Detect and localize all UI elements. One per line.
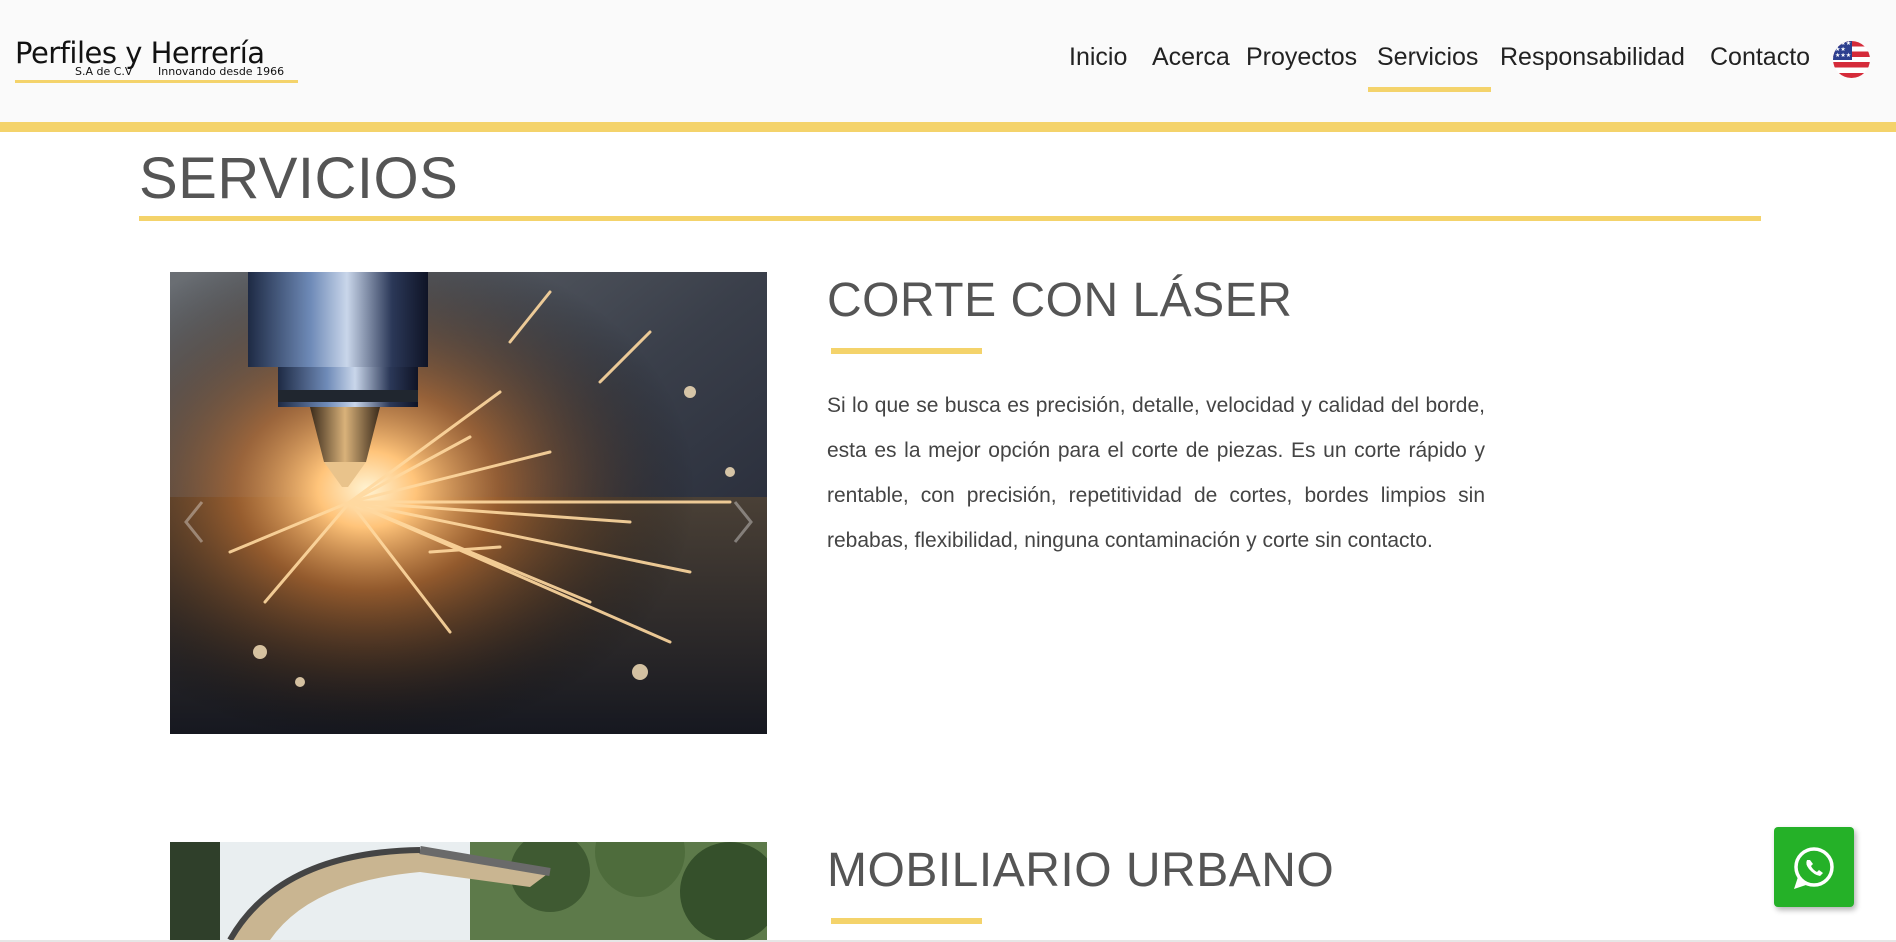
chevron-left-icon (184, 501, 204, 543)
nav-item-proyectos[interactable]: Proyectos (1246, 42, 1357, 72)
page-title-rule (139, 216, 1761, 221)
service-title-urban: MOBILIARIO URBANO (827, 844, 1335, 897)
chevron-right-icon (733, 501, 753, 543)
whatsapp-button[interactable] (1774, 827, 1854, 907)
service-rule-urban (831, 918, 982, 924)
nav-item-responsabilidad[interactable]: Responsabilidad (1500, 42, 1685, 72)
brand-logo[interactable]: Perfiles y Herrería S.A de C.V Innovando… (15, 36, 298, 84)
nav-item-contacto[interactable]: Contacto (1710, 42, 1810, 72)
nav-item-acerca[interactable]: Acerca (1152, 42, 1230, 72)
logo-underline (15, 80, 298, 83)
urban-furniture-photo (170, 842, 767, 940)
nav-active-indicator (1368, 87, 1491, 92)
nav-item-inicio[interactable]: Inicio (1069, 42, 1127, 72)
page-title: SERVICIOS (139, 146, 459, 211)
service-rule-laser (831, 348, 982, 354)
brand-tagline: Innovando desde 1966 (158, 65, 285, 78)
service-title-laser: CORTE CON LÁSER (827, 274, 1293, 327)
carousel-prev-button[interactable] (180, 497, 210, 547)
service-description-laser: Si lo que se busca es precisión, detalle… (827, 394, 1485, 552)
urban-furniture-image (170, 842, 767, 940)
site-header: Perfiles y Herrería S.A de C.V Innovando… (0, 0, 1896, 123)
whatsapp-icon (1794, 847, 1834, 889)
laser-cutting-image (170, 272, 767, 734)
us-flag-icon[interactable]: ★★★ ★★ ★★★ (1833, 41, 1870, 78)
flag-stars: ★★★ ★★ ★★★ (1835, 41, 1852, 59)
nav-item-servicios[interactable]: Servicios (1377, 42, 1478, 72)
laser-cutting-photo (170, 272, 767, 734)
header-bottom-border (0, 122, 1896, 132)
carousel-next-button[interactable] (727, 497, 757, 547)
brand-legal: S.A de C.V (75, 65, 133, 78)
